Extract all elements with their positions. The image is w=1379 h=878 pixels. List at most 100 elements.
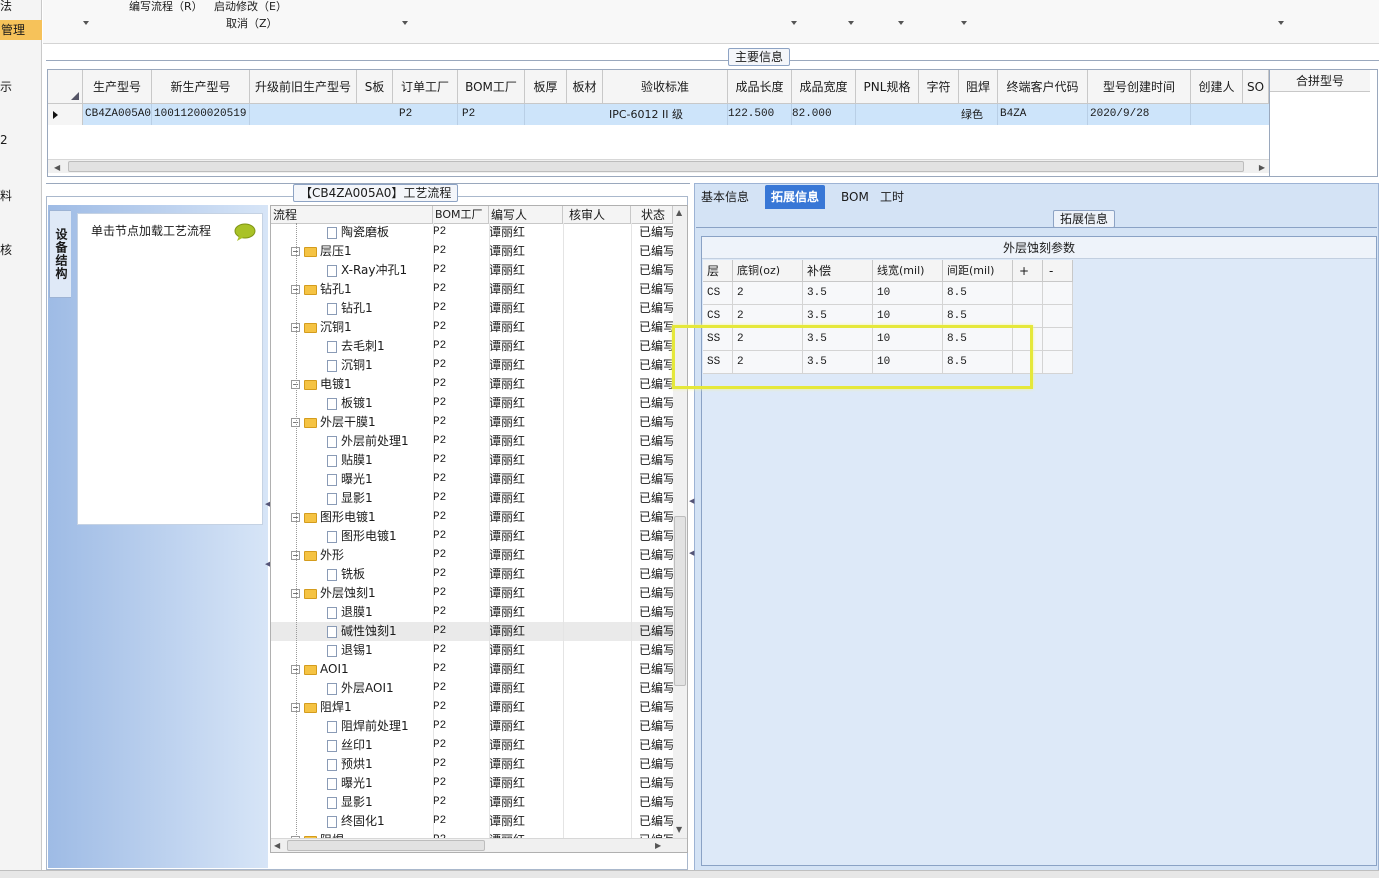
col-header[interactable]: 成品宽度 xyxy=(792,70,856,104)
tree-node-step[interactable]: 碱性蚀刻1 xyxy=(327,622,397,641)
scroll-left-icon[interactable]: ◀ xyxy=(54,163,60,172)
tree-row[interactable]: 碱性蚀刻1 P2 谭丽红 已编写 xyxy=(271,622,673,641)
dropdown-arrow-icon[interactable] xyxy=(848,21,854,25)
edit-flow-button[interactable]: 编写流程（R） xyxy=(129,0,203,14)
tree-node-step[interactable]: 预烘1 xyxy=(327,755,373,774)
tree-row[interactable]: 去毛刺1 P2 谭丽红 已编写 xyxy=(271,337,673,356)
nav-item-3[interactable]: 2 xyxy=(0,133,8,147)
tree-node-step[interactable]: 钻孔1 xyxy=(327,299,373,318)
etch-empty-cell[interactable] xyxy=(1043,351,1073,374)
grid-corner[interactable] xyxy=(48,70,83,104)
tree-node-folder[interactable]: − 图形电镀1 xyxy=(291,508,376,527)
tree-row[interactable]: 铣板 P2 谭丽红 已编写 xyxy=(271,565,673,584)
col-header[interactable]: 生产型号 xyxy=(83,70,152,104)
tree-row[interactable]: − 图形电镀1 P2 谭丽红 已编写 xyxy=(271,508,673,527)
tree-row[interactable]: − 电镀1 P2 谭丽红 已编写 xyxy=(271,375,673,394)
tree-node-step[interactable]: 板镀1 xyxy=(327,394,373,413)
etch-cell[interactable]: 2 xyxy=(733,282,803,305)
tree-row[interactable]: 阻焊前处理1 P2 谭丽红 已编写 xyxy=(271,717,673,736)
tree-row[interactable]: − 外层干膜1 P2 谭丽红 已编写 xyxy=(271,413,673,432)
cell-bom-factory[interactable]: P2 xyxy=(458,104,525,125)
tree-node-folder[interactable]: − 钻孔1 xyxy=(291,280,352,299)
dropdown-arrow-icon[interactable] xyxy=(961,21,967,25)
col-header-base-copper[interactable]: 底铜(oz) xyxy=(733,260,803,282)
tree-vscroll[interactable]: ▲ ▼ xyxy=(673,206,687,838)
tree-row[interactable]: − 外形 P2 谭丽红 已编写 xyxy=(271,546,673,565)
tree-node-step[interactable]: 退膜1 xyxy=(327,603,373,622)
start-modify-button[interactable]: 启动修改（E） xyxy=(214,0,287,14)
col-header[interactable]: BOM工厂 xyxy=(458,70,525,104)
etch-cell[interactable]: 8.5 xyxy=(943,282,1013,305)
cell-length[interactable]: 122.500 xyxy=(728,104,792,125)
col-header[interactable]: PNL规格 xyxy=(856,70,919,104)
scroll-up-icon[interactable]: ▲ xyxy=(676,208,682,217)
tree-row[interactable]: − 钻孔1 P2 谭丽红 已编写 xyxy=(271,280,673,299)
cell-created-time[interactable]: 2020/9/28 xyxy=(1088,104,1191,125)
col-header-line-width[interactable]: 线宽(mil) xyxy=(873,260,943,282)
cell-order-factory[interactable]: P2 xyxy=(393,104,458,125)
combined-model-header[interactable]: 合拼型号 xyxy=(1270,70,1370,92)
tree-row[interactable]: 外层AOI1 P2 谭丽红 已编写 xyxy=(271,679,673,698)
tree-node-step[interactable]: 外层AOI1 xyxy=(327,679,394,698)
etch-empty-cell[interactable] xyxy=(1043,305,1073,328)
tree-row[interactable]: 图形电镀1 P2 谭丽红 已编写 xyxy=(271,527,673,546)
tab-basic-info[interactable]: 基本信息 xyxy=(695,185,755,209)
col-header[interactable]: 终端客户代码 xyxy=(998,70,1088,104)
tree-node-folder[interactable]: − 外层蚀刻1 xyxy=(291,584,376,603)
tree-hscroll[interactable]: ◀ ▶ xyxy=(271,838,687,852)
tree-row[interactable]: 显影1 P2 谭丽红 已编写 xyxy=(271,489,673,508)
tree-row[interactable]: 钻孔1 P2 谭丽红 已编写 xyxy=(271,299,673,318)
col-header[interactable]: 阻焊 xyxy=(959,70,998,104)
col-header[interactable]: BOM工厂 xyxy=(433,206,489,224)
cell-solder-mask[interactable]: 绿色 xyxy=(959,104,998,125)
col-header-layer[interactable]: 层 xyxy=(703,260,733,282)
tree-node-step[interactable]: X-Ray冲孔1 xyxy=(327,261,407,280)
tree-row[interactable]: 板镀1 P2 谭丽红 已编写 xyxy=(271,394,673,413)
tree-node-folder[interactable]: − AOI1 xyxy=(291,660,349,679)
tree-node-folder[interactable]: − 沉铜1 xyxy=(291,318,352,337)
tree-node-folder[interactable]: − 电镀1 xyxy=(291,375,352,394)
tab-extended-info[interactable]: 拓展信息 xyxy=(765,185,826,209)
nav-item-1[interactable]: 管理 xyxy=(0,20,42,40)
col-header[interactable]: 验收标准 xyxy=(603,70,728,104)
tree-row[interactable]: 外层前处理1 P2 谭丽红 已编写 xyxy=(271,432,673,451)
etch-empty-cell[interactable] xyxy=(1013,282,1043,305)
tree-node-step[interactable]: 终固化1 xyxy=(327,812,385,831)
scroll-thumb[interactable] xyxy=(287,840,485,851)
tree-row[interactable]: 沉铜1 P2 谭丽红 已编写 xyxy=(271,356,673,375)
tree-row[interactable]: − 阻焊1 P2 谭丽红 已编写 xyxy=(271,698,673,717)
etch-cell[interactable]: 10 xyxy=(873,282,943,305)
tree-node-step[interactable]: 曝光1 xyxy=(327,774,373,793)
scroll-thumb[interactable] xyxy=(674,516,686,686)
col-header[interactable]: 创建人 xyxy=(1191,70,1243,104)
tree-node-folder[interactable]: − 外层干膜1 xyxy=(291,413,376,432)
tree-node-step[interactable]: 贴膜1 xyxy=(327,451,373,470)
equipment-structure-tab[interactable]: 设备结构 xyxy=(49,210,71,298)
col-header[interactable]: 订单工厂 xyxy=(393,70,458,104)
col-header[interactable]: 字符 xyxy=(919,70,959,104)
tree-node-step[interactable]: 沉铜1 xyxy=(327,356,373,375)
col-header[interactable]: 型号创建时间 xyxy=(1088,70,1191,104)
tree-row[interactable]: 丝印1 P2 谭丽红 已编写 xyxy=(271,736,673,755)
col-header[interactable]: 状态 xyxy=(631,206,673,224)
tree-row[interactable]: 曝光1 P2 谭丽红 已编写 xyxy=(271,470,673,489)
tree-node-step[interactable]: 去毛刺1 xyxy=(327,337,385,356)
col-header[interactable]: 流程 xyxy=(271,206,433,224)
tree-node-step[interactable]: 丝印1 xyxy=(327,736,373,755)
dropdown-arrow-icon[interactable] xyxy=(402,21,408,25)
dropdown-arrow-icon[interactable] xyxy=(83,21,89,25)
main-grid-hscroll[interactable]: ◀ ▶ xyxy=(48,159,1269,173)
tree-node-step[interactable]: 阻焊前处理1 xyxy=(327,717,409,736)
nav-item-5[interactable]: 核 xyxy=(0,241,12,258)
col-header[interactable]: S板 xyxy=(357,70,393,104)
etch-empty-cell[interactable] xyxy=(1043,328,1073,351)
load-flow-hint[interactable]: 单击节点加载工艺流程 xyxy=(91,222,211,239)
tree-row[interactable]: 退膜1 P2 谭丽红 已编写 xyxy=(271,603,673,622)
add-row-button[interactable]: + xyxy=(1013,260,1043,282)
col-header[interactable]: SO xyxy=(1243,70,1269,104)
tree-row[interactable]: 终固化1 P2 谭丽红 已编写 xyxy=(271,812,673,831)
tree-node-step[interactable]: 曝光1 xyxy=(327,470,373,489)
col-header[interactable]: 板厚 xyxy=(525,70,567,104)
row-indicator[interactable] xyxy=(48,104,83,125)
tab-bom[interactable]: BOM xyxy=(835,185,875,209)
